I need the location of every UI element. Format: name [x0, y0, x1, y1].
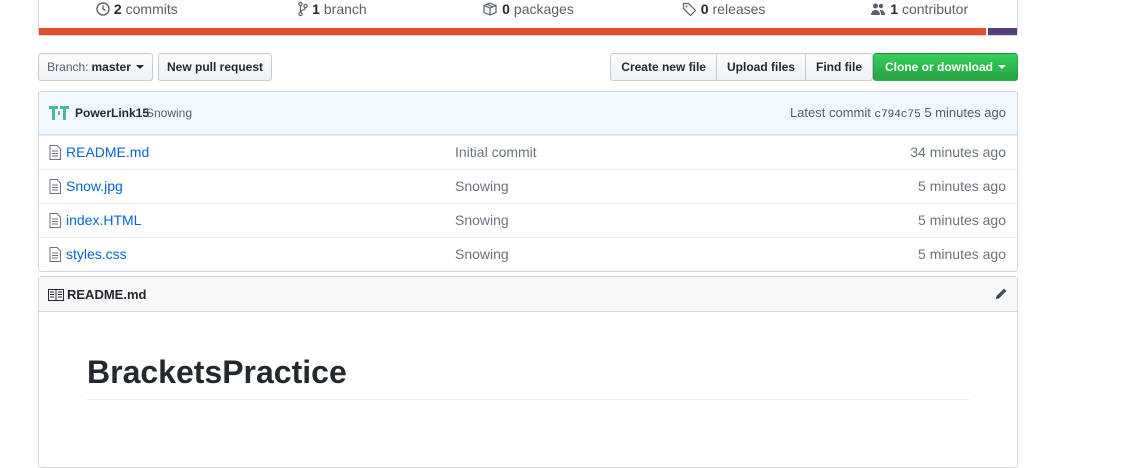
readme-filename: README.md: [67, 287, 147, 302]
file-table: PowerLink15 Snowing Latest commit c794c7…: [38, 91, 1018, 272]
releases-count: 0: [700, 0, 709, 17]
file-age: 5 minutes ago: [918, 246, 1006, 262]
file-navigation: Branch: master New pull request Create n…: [38, 53, 1018, 82]
branches-label: branch: [323, 0, 367, 17]
avatar[interactable]: [49, 105, 69, 121]
repository-content: 2 commits 1 branch 0 packages 0 releases…: [38, 0, 1018, 468]
commit-message[interactable]: Snowing: [146, 106, 192, 120]
commits-label: commits: [125, 0, 178, 17]
file-name-link[interactable]: README.md: [66, 144, 149, 160]
language-segment[interactable]: [39, 28, 986, 35]
branch-select-button[interactable]: Branch: master: [38, 53, 153, 81]
create-new-file-button[interactable]: Create new file: [610, 53, 717, 81]
latest-commit-bar: PowerLink15 Snowing Latest commit c794c7…: [39, 92, 1017, 135]
commit-sha[interactable]: c794c75: [874, 109, 920, 121]
file-row: Snow.jpg Snowing 5 minutes ago: [39, 169, 1017, 203]
commits-count: 2: [113, 0, 122, 17]
contributors-link[interactable]: 1 contributor: [821, 0, 1017, 17]
dropdown-caret-icon: [998, 65, 1006, 69]
branches-count: 1: [312, 0, 320, 17]
file-name-link[interactable]: styles.css: [66, 246, 127, 262]
file-commit-message[interactable]: Snowing: [455, 246, 509, 262]
clone-or-download-button[interactable]: Clone or download: [873, 53, 1018, 81]
clone-or-download-label: Clone or download: [885, 60, 993, 74]
new-pull-request-button[interactable]: New pull request: [158, 53, 272, 81]
packages-label: packages: [513, 0, 574, 17]
dropdown-caret-icon: [135, 65, 144, 69]
packages-link[interactable]: 0 packages: [430, 0, 626, 17]
file-age: 34 minutes ago: [910, 144, 1006, 160]
people-icon: [870, 1, 886, 17]
package-icon: [482, 1, 498, 17]
file-icon: [49, 179, 61, 194]
file-row: index.HTML Snowing 5 minutes ago: [39, 203, 1017, 237]
latest-commit-label: Latest commit: [789, 105, 871, 120]
readme-header: README.md: [39, 277, 1017, 312]
readme-heading: BracketsPractice: [87, 353, 969, 401]
pencil-icon[interactable]: [994, 287, 1008, 301]
commits-link[interactable]: 2 commits: [39, 0, 235, 17]
contributors-count: 1: [890, 0, 898, 17]
tag-icon: [682, 1, 697, 17]
releases-label: releases: [712, 0, 766, 17]
book-icon: [48, 289, 64, 301]
language-segment[interactable]: [987, 28, 1017, 35]
numbers-summary: 2 commits 1 branch 0 packages 0 releases…: [38, 0, 1018, 36]
history-icon: [96, 1, 110, 17]
readme-box: README.md BracketsPractice: [38, 276, 1018, 468]
find-file-button[interactable]: Find file: [805, 53, 873, 81]
file-icon: [49, 247, 61, 262]
file-name-link[interactable]: index.HTML: [66, 212, 141, 228]
git-branch-icon: [298, 1, 308, 17]
upload-files-button[interactable]: Upload files: [715, 53, 806, 81]
file-commit-message[interactable]: Initial commit: [455, 144, 537, 160]
file-commit-message[interactable]: Snowing: [455, 178, 509, 194]
file-age: 5 minutes ago: [918, 212, 1006, 228]
file-row: styles.css Snowing 5 minutes ago: [39, 237, 1017, 271]
contributors-label: contributor: [901, 0, 969, 17]
language-bar[interactable]: [39, 28, 1017, 35]
file-row: README.md Initial commit 34 minutes ago: [39, 135, 1017, 169]
file-icon: [49, 145, 61, 160]
file-age: 5 minutes ago: [918, 178, 1006, 194]
latest-commit-info: Latest commit c794c75 5 minutes ago: [790, 105, 1006, 121]
branch-name: master: [91, 60, 131, 74]
file-commit-message[interactable]: Snowing: [455, 212, 509, 228]
releases-link[interactable]: 0 releases: [626, 0, 822, 17]
file-icon: [49, 213, 61, 228]
commit-author[interactable]: PowerLink15: [75, 106, 149, 120]
packages-count: 0: [502, 0, 510, 17]
branch-prefix: Branch:: [47, 60, 89, 74]
branches-link[interactable]: 1 branch: [235, 0, 431, 17]
file-actions-group: Create new file Upload files Find file: [610, 53, 873, 81]
file-name-link[interactable]: Snow.jpg: [66, 178, 123, 194]
commit-age: 5 minutes ago: [924, 105, 1006, 120]
